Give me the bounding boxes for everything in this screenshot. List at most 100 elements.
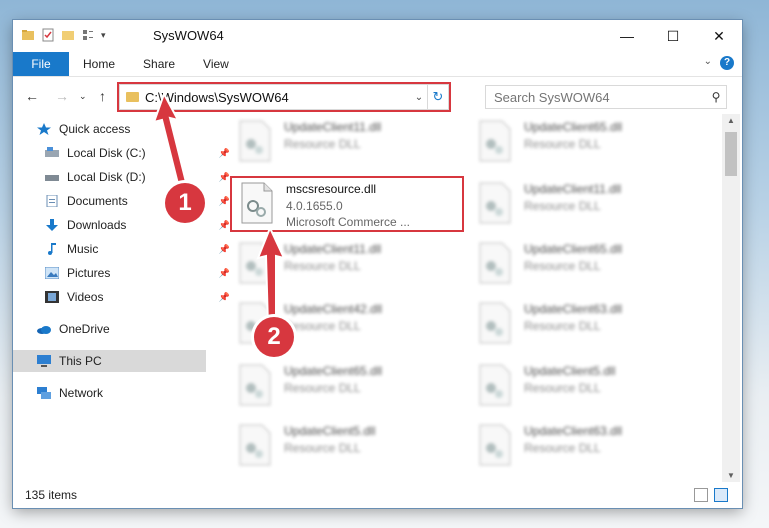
ribbon-expand-icon[interactable]: ⌄ — [704, 56, 712, 67]
tab-home[interactable]: Home — [69, 52, 129, 76]
file-name: UpdateClient63.dll — [524, 302, 623, 316]
chevron-down-icon[interactable]: ⌄ — [411, 92, 427, 103]
item-count: 135 items — [25, 488, 78, 502]
file-tile[interactable]: UpdateClient11.dll Resource DLL — [470, 178, 700, 230]
toolbar-dropdown-icon[interactable]: ▾ — [101, 30, 106, 41]
sidebar-item-label: OneDrive — [59, 322, 110, 336]
refresh-icon[interactable]: ↻ — [427, 85, 448, 109]
sidebar-item-music[interactable]: Music 📌 — [13, 238, 238, 260]
folder-icon — [126, 92, 139, 102]
sidebar-item-downloads[interactable]: Downloads 📌 — [13, 214, 238, 236]
file-tile-mscsresource[interactable]: mscsresource.dll 4.0.1655.0 Microsoft Co… — [230, 176, 464, 232]
file-type: Resource DLL — [524, 137, 601, 151]
vertical-scrollbar[interactable]: ▲ ▼ — [722, 114, 740, 482]
up-arrow-icon[interactable]: ↑ — [99, 88, 106, 104]
help-icon[interactable]: ? — [720, 56, 734, 70]
dll-file-icon — [479, 424, 511, 466]
status-bar: 135 items — [13, 482, 742, 508]
pictures-icon — [45, 267, 59, 279]
file-tile[interactable]: UpdateClient63.dll Resource DLL — [470, 420, 700, 472]
file-name: UpdateClient11.dll — [524, 182, 622, 196]
back-arrow-icon[interactable]: ← — [25, 88, 39, 104]
explorer-window: ▾ SysWOW64 — ☐ ✕ File Home Share View ⌄ … — [13, 20, 742, 508]
file-name: UpdateClient42.dll — [284, 302, 383, 316]
search-input[interactable] — [486, 88, 706, 106]
tab-file[interactable]: File — [13, 52, 69, 76]
close-button[interactable]: ✕ — [696, 20, 742, 52]
scroll-up-icon[interactable]: ▲ — [722, 116, 740, 125]
search-icon[interactable]: ⚲ — [706, 90, 726, 104]
music-note-icon — [48, 243, 56, 255]
title-bar: ▾ SysWOW64 — ☐ ✕ — [13, 20, 742, 52]
file-type: Resource DLL — [284, 137, 361, 151]
file-type: Resource DLL — [284, 381, 361, 395]
sidebar-item-network[interactable]: Network — [13, 382, 230, 404]
sidebar-item-label: Videos — [67, 290, 104, 304]
file-type: Resource DLL — [284, 259, 361, 273]
view-switcher — [694, 488, 728, 502]
callout-badge-2: 2 — [254, 317, 294, 357]
tab-view[interactable]: View — [189, 52, 243, 76]
file-type: Resource DLL — [524, 199, 601, 213]
dll-file-icon — [479, 120, 511, 162]
drive-icon — [45, 175, 59, 181]
sidebar-item-videos[interactable]: Videos 📌 — [13, 286, 238, 308]
search-box[interactable]: ⚲ — [485, 85, 727, 109]
properties-icon[interactable] — [41, 28, 55, 42]
file-version: 4.0.1655.0 — [286, 199, 343, 213]
tab-share[interactable]: Share — [129, 52, 189, 76]
network-icon — [37, 387, 51, 399]
film-icon — [45, 291, 59, 303]
minimize-button[interactable]: — — [604, 20, 650, 52]
file-tile[interactable]: UpdateClient11.dll Resource DLL — [230, 116, 460, 168]
large-icons-view-icon[interactable] — [714, 488, 728, 502]
sidebar-item-label: Network — [59, 386, 104, 400]
window-controls: — ☐ ✕ — [604, 20, 742, 52]
dll-file-icon — [479, 242, 511, 284]
file-tile[interactable]: UpdateClient65.dll Resource DLL — [470, 238, 700, 290]
dll-file-icon — [479, 182, 511, 224]
sidebar-item-label: This PC — [59, 354, 102, 368]
address-row: ← → ⌄ ↑ C:\Windows\SysWOW64 ⌄ ↻ ⚲ — [13, 77, 742, 115]
star-icon — [37, 123, 51, 135]
file-tile[interactable]: UpdateClient5.dll Resource DLL — [230, 420, 460, 472]
folder-icon — [22, 30, 34, 40]
file-name: UpdateClient65.dll — [524, 120, 623, 134]
file-name: UpdateClient65.dll — [524, 242, 623, 256]
dll-file-icon — [479, 364, 511, 406]
file-description: Microsoft Commerce ... — [286, 215, 411, 229]
documents-icon — [46, 195, 58, 207]
sidebar-item-this-pc[interactable]: This PC — [13, 350, 206, 372]
scroll-down-icon[interactable]: ▼ — [722, 471, 740, 480]
file-name: UpdateClient11.dll — [284, 242, 382, 256]
window-title: SysWOW64 — [153, 28, 224, 43]
scroll-thumb[interactable] — [725, 132, 737, 176]
file-name: UpdateClient63.dll — [524, 424, 623, 438]
forward-arrow-icon[interactable]: → — [55, 88, 69, 104]
sidebar-item-label: Pictures — [67, 266, 111, 280]
dll-file-icon — [239, 424, 271, 466]
sidebar-item-label: Music — [67, 242, 99, 256]
drive-icon — [45, 147, 59, 157]
sidebar-item-label: Local Disk (C:) — [67, 146, 146, 160]
file-tile[interactable]: UpdateClient65.dll Resource DLL — [230, 360, 460, 412]
customize-toolbar-icon[interactable] — [81, 28, 95, 42]
new-folder-icon[interactable] — [61, 28, 75, 42]
dll-file-icon — [239, 364, 271, 406]
details-view-icon[interactable] — [694, 488, 708, 502]
sidebar-item-pictures[interactable]: Pictures 📌 — [13, 262, 238, 284]
file-name: UpdateClient5.dll — [284, 424, 376, 438]
file-type: Resource DLL — [284, 319, 361, 333]
sidebar-item-label: Documents — [67, 194, 128, 208]
computer-icon — [37, 355, 51, 367]
sidebar-item-label: Quick access — [59, 122, 131, 136]
file-tile[interactable]: UpdateClient5.dll Resource DLL — [470, 360, 700, 412]
maximize-button[interactable]: ☐ — [650, 20, 696, 52]
file-tile[interactable]: UpdateClient65.dll Resource DLL — [470, 116, 700, 168]
file-type: Resource DLL — [524, 319, 601, 333]
file-type: Resource DLL — [524, 441, 601, 455]
recent-dropdown-icon[interactable]: ⌄ — [79, 91, 87, 102]
file-tile[interactable]: UpdateClient63.dll Resource DLL — [470, 298, 700, 350]
file-type: Resource DLL — [524, 381, 601, 395]
sidebar-item-onedrive[interactable]: OneDrive — [13, 318, 230, 340]
